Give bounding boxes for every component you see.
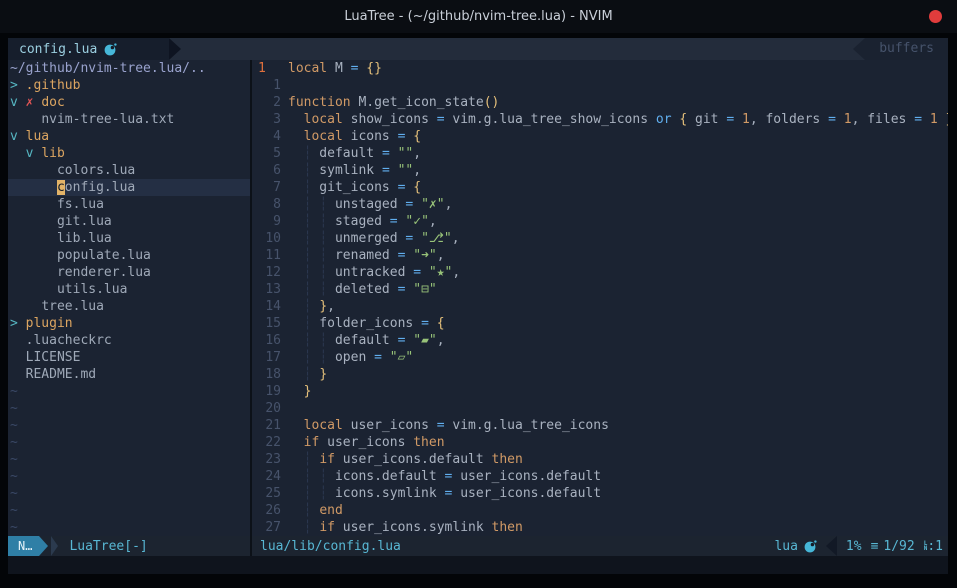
code-line[interactable]: 2function M.get_icon_state() — [252, 94, 948, 111]
tree-row[interactable]: config.lua — [8, 179, 250, 196]
tree-filler: ~ — [8, 468, 250, 485]
tree-row[interactable]: nvim-tree-lua.txt — [8, 111, 250, 128]
chevron-left-icon — [826, 536, 837, 556]
statusline-editor: lua/lib/config.lua lua 1% ≡ 1/92 — [252, 536, 948, 556]
powerline-arrow-icon — [39, 536, 48, 556]
nvim-terminal: config.lua buffers ~/github/nvim-tree.lu… — [8, 38, 948, 574]
buffers-segment: buffers — [853, 38, 948, 60]
tree-row[interactable]: lib.lua — [8, 230, 250, 247]
tree-row[interactable]: utils.lua — [8, 281, 250, 298]
tree-row[interactable]: README.md — [8, 366, 250, 383]
filetype-group: lua — [774, 539, 816, 554]
tree-row[interactable]: fs.lua — [8, 196, 250, 213]
code-line[interactable]: 26 ┆ end — [252, 502, 948, 519]
tree-row[interactable]: LICENSE — [8, 349, 250, 366]
code-line[interactable]: 22 if user_icons then — [252, 434, 948, 451]
code-line[interactable]: 6 ┆ symlink = "", — [252, 162, 948, 179]
tree-row[interactable]: .luacheckrc — [8, 332, 250, 349]
command-line[interactable] — [8, 556, 948, 574]
code-line[interactable]: 10 ┆ ┆ unmerged = "⎇", — [252, 230, 948, 247]
filetype-label: lua — [774, 539, 797, 554]
tree-filler: ~ — [8, 519, 250, 536]
statusline-tree: N… LuaTree[-] — [8, 536, 250, 556]
code-line[interactable]: 12 ┆ ┆ untracked = "★", — [252, 264, 948, 281]
window-title: LuaTree - (~/github/nvim-tree.lua) - NVI… — [0, 0, 957, 33]
tree-row[interactable]: populate.lua — [8, 247, 250, 264]
code-line[interactable]: 4 local icons = { — [252, 128, 948, 145]
tree-filler: ~ — [8, 417, 250, 434]
statusline: N… LuaTree[-] lua/lib/config.lua lua 1% — [8, 536, 948, 556]
code-line[interactable]: 16 ┆ ┆ default = "▰", — [252, 332, 948, 349]
tree-row[interactable]: renderer.lua — [8, 264, 250, 281]
code-buffer[interactable]: 1local M = {}12function M.get_icon_state… — [252, 60, 948, 536]
code-line[interactable]: 20 — [252, 400, 948, 417]
file-tree[interactable]: ~/github/nvim-tree.lua/..> .githubv ✗ do… — [8, 60, 250, 536]
code-line[interactable]: 15 ┆ folder_icons = { — [252, 315, 948, 332]
code-line[interactable]: 8 ┆ ┆ unstaged = "✗", — [252, 196, 948, 213]
tabline: config.lua buffers — [8, 38, 948, 60]
tree-row[interactable]: v lib — [8, 145, 250, 162]
lua-logo-icon — [104, 43, 117, 56]
tree-row[interactable]: colors.lua — [8, 162, 250, 179]
tree-filler: ~ — [8, 383, 250, 400]
tab-label: config.lua — [19, 42, 97, 57]
editor-content: ~/github/nvim-tree.lua/..> .githubv ✗ do… — [8, 60, 948, 536]
tree-row[interactable]: > plugin — [8, 315, 250, 332]
close-button[interactable] — [929, 10, 942, 23]
code-line[interactable]: 23 ┆ if user_icons.default then — [252, 451, 948, 468]
tree-filler: ~ — [8, 400, 250, 417]
tree-filler: ~ — [8, 434, 250, 451]
tree-row[interactable]: v ✗ doc — [8, 94, 250, 111]
tab-config-lua[interactable]: config.lua — [8, 38, 169, 60]
column-number: :1 — [927, 539, 943, 554]
scroll-percent: 1% — [846, 539, 862, 554]
position-group: ≡ 1/92 — [871, 539, 915, 554]
code-line[interactable]: 25 ┆ ┆ icons.symlink = user_icons.defaul… — [252, 485, 948, 502]
tree-root[interactable]: ~/github/nvim-tree.lua/.. — [8, 60, 250, 77]
code-line[interactable]: 18 ┆ } — [252, 366, 948, 383]
statusline-right-group: lua 1% ≡ 1/92 LN :1 — [774, 536, 948, 556]
code-line[interactable]: 5 ┆ default = "", — [252, 145, 948, 162]
code-line[interactable]: 11 ┆ ┆ renamed = "➜", — [252, 247, 948, 264]
lines-icon: ≡ — [871, 539, 879, 554]
code-line[interactable]: 7 ┆ git_icons = { — [252, 179, 948, 196]
tree-row[interactable]: git.lua — [8, 213, 250, 230]
code-line[interactable]: 24 ┆ ┆ icons.default = user_icons.defaul… — [252, 468, 948, 485]
code-line[interactable]: 17 ┆ ┆ open = "▱" — [252, 349, 948, 366]
code-line[interactable]: 3 local show_icons = vim.g.lua_tree_show… — [252, 111, 948, 128]
file-path: lua/lib/config.lua — [260, 539, 401, 554]
code-line[interactable]: 14 ┆ }, — [252, 298, 948, 315]
code-line[interactable]: 21 local user_icons = vim.g.lua_tree_ico… — [252, 417, 948, 434]
code-line[interactable]: 19 } — [252, 383, 948, 400]
tree-filler: ~ — [8, 485, 250, 502]
buffers-label[interactable]: buffers — [865, 38, 948, 60]
tree-buffer-name: LuaTree[-] — [69, 539, 147, 554]
tree-row[interactable]: tree.lua — [8, 298, 250, 315]
lua-logo-icon — [804, 540, 817, 553]
tab-separator-icon — [169, 38, 181, 60]
powerline-arrow-icon — [51, 536, 58, 556]
code-line[interactable]: 1 — [252, 77, 948, 94]
line-col-group: LN :1 — [924, 539, 943, 554]
mode-indicator: N… — [8, 536, 39, 556]
tree-row[interactable]: v lua — [8, 128, 250, 145]
tree-filler: ~ — [8, 502, 250, 519]
line-position: 1/92 — [883, 539, 914, 554]
code-line[interactable]: 9 ┆ ┆ staged = "✓", — [252, 213, 948, 230]
tree-filler: ~ — [8, 451, 250, 468]
tree-row[interactable]: > .github — [8, 77, 250, 94]
code-line[interactable]: 13 ┆ ┆ deleted = "⊟" — [252, 281, 948, 298]
code-line[interactable]: 1local M = {} — [252, 60, 948, 77]
code-line[interactable]: 27 ┆ if user_icons.symlink then — [252, 519, 948, 536]
chevron-left-icon — [853, 38, 865, 60]
window-titlebar: LuaTree - (~/github/nvim-tree.lua) - NVI… — [0, 0, 957, 33]
